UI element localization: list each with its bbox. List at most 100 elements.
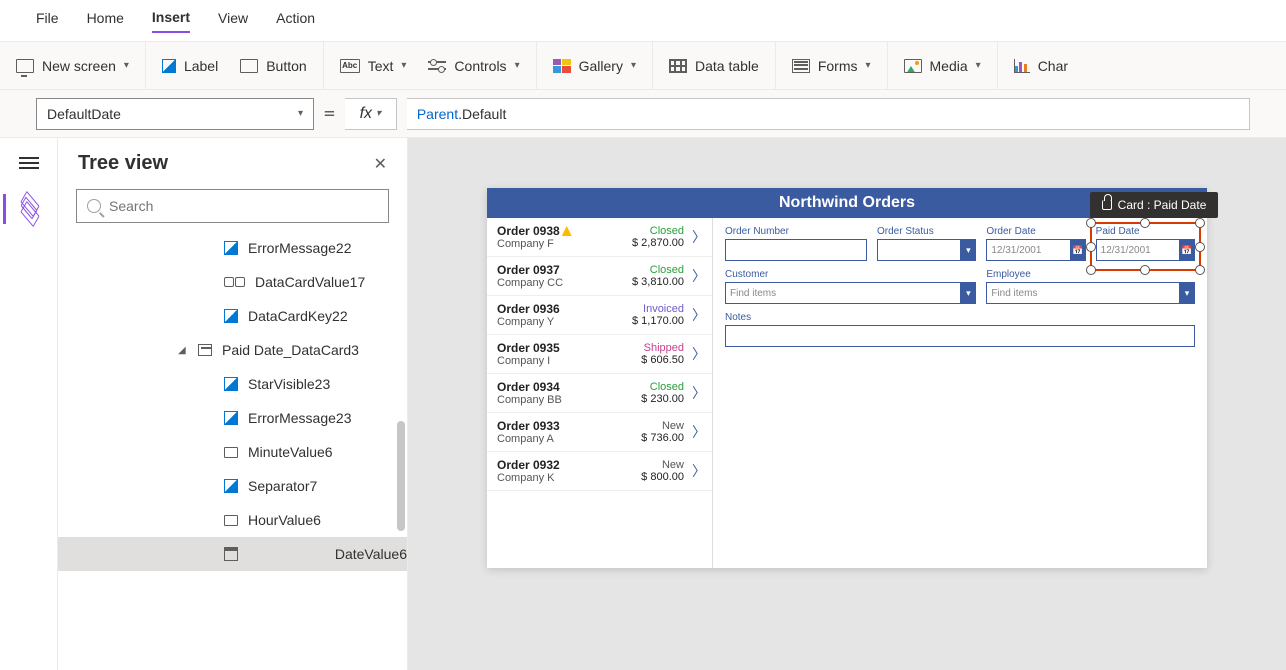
controls-icon — [428, 59, 446, 73]
property-selector[interactable]: DefaultDate ▾ — [36, 98, 314, 130]
chevron-down-icon: ▾ — [1179, 282, 1195, 304]
hamburger-icon[interactable] — [19, 154, 39, 172]
button-button[interactable]: Button — [240, 58, 306, 74]
gallery-dropdown[interactable]: Gallery ▾ — [553, 58, 636, 74]
tab-view[interactable]: View — [218, 10, 248, 32]
gallery-icon — [553, 59, 571, 73]
edit-icon — [224, 411, 238, 425]
selection-tooltip: Card : Paid Date — [1090, 192, 1219, 218]
label-icon — [162, 59, 176, 73]
layers-icon — [18, 200, 40, 218]
chevron-right-icon: 〉 — [692, 422, 706, 442]
search-icon — [87, 199, 101, 213]
ribbon: New screen ▾ Label Button Abc Text ▾ Con… — [0, 42, 1286, 90]
lock-icon — [1102, 200, 1112, 210]
screen-icon — [16, 59, 34, 73]
left-rail — [0, 138, 58, 670]
chevron-right-icon: 〉 — [692, 461, 706, 481]
card-icon — [198, 344, 212, 356]
tree-item[interactable]: HourValue6 — [58, 503, 407, 537]
chevron-down-icon: ▾ — [401, 60, 406, 71]
table-icon — [669, 59, 687, 73]
order-row[interactable]: Order 0938Company FClosed$ 2,870.00〉 — [487, 218, 712, 257]
tree-item[interactable]: MinuteValue6 — [58, 435, 407, 469]
edit-icon — [224, 377, 238, 391]
app-preview: Northwind Orders Order 0938Company FClos… — [487, 188, 1207, 568]
field-employee: Employee Find items▾ — [986, 269, 1195, 304]
chevron-right-icon: 〉 — [692, 305, 706, 325]
fx-dropdown[interactable]: fx ▾ — [345, 98, 397, 130]
paid-date-input[interactable]: 12/31/2001📅 — [1096, 239, 1195, 261]
tree-item[interactable]: DataCardValue17 — [58, 265, 407, 299]
tree-item[interactable]: Separator7 — [58, 469, 407, 503]
order-row[interactable]: Order 0936Company YInvoiced$ 1,170.00〉 — [487, 296, 712, 335]
tree-item-parent[interactable]: ◢Paid Date_DataCard3 — [58, 333, 407, 367]
order-row[interactable]: Order 0937Company CCClosed$ 3,810.00〉 — [487, 257, 712, 296]
customer-select[interactable]: Find items▾ — [725, 282, 976, 304]
order-number-input[interactable] — [725, 239, 867, 261]
chevron-right-icon: 〉 — [692, 383, 706, 403]
order-row[interactable]: Order 0932Company KNew$ 800.00〉 — [487, 452, 712, 491]
box-icon — [224, 447, 238, 458]
chevron-down-icon: ▾ — [124, 60, 129, 71]
scrollbar-thumb[interactable] — [397, 421, 405, 531]
tab-action[interactable]: Action — [276, 10, 315, 32]
tab-home[interactable]: Home — [87, 10, 124, 32]
order-list: Order 0938Company FClosed$ 2,870.00〉Orde… — [487, 218, 713, 568]
order-date-input[interactable]: 12/31/2001📅 — [986, 239, 1085, 261]
chevron-right-icon: 〉 — [692, 266, 706, 286]
tab-file[interactable]: File — [36, 10, 59, 32]
tree-item-selected[interactable]: DateValue6 — [58, 537, 407, 571]
chart-dropdown[interactable]: Char — [1014, 58, 1068, 74]
chevron-down-icon: ▾ — [960, 239, 976, 261]
notes-input[interactable] — [725, 325, 1195, 347]
forms-dropdown[interactable]: Forms ▾ — [792, 58, 871, 74]
close-icon[interactable]: ✕ — [374, 154, 387, 174]
formula-input[interactable]: Parent.Default — [407, 98, 1250, 130]
field-order-status: Order Status ▾ — [877, 226, 976, 261]
tree-item[interactable]: DataCardKey22 — [58, 299, 407, 333]
order-row[interactable]: Order 0933Company ANew$ 736.00〉 — [487, 413, 712, 452]
chevron-down-icon: ▾ — [960, 282, 976, 304]
edit-icon — [224, 309, 238, 323]
text-dropdown[interactable]: Abc Text ▾ — [340, 58, 407, 74]
tree-item[interactable]: ErrorMessage23 — [58, 401, 407, 435]
field-order-number: Order Number — [725, 226, 867, 261]
formula-bar: DefaultDate ▾ = fx ▾ Parent.Default — [0, 90, 1286, 138]
data-table-button[interactable]: Data table — [669, 58, 759, 74]
chevron-down-icon: ▾ — [631, 60, 636, 71]
calendar-icon: 📅 — [1179, 239, 1195, 261]
canvas[interactable]: Northwind Orders Order 0938Company FClos… — [408, 138, 1286, 670]
label-button[interactable]: Label — [162, 58, 218, 74]
form-icon — [792, 59, 810, 73]
chart-icon — [1014, 59, 1030, 73]
tree-list: ErrorMessage22 DataCardValue17 DataCardK… — [58, 231, 407, 670]
tab-insert[interactable]: Insert — [152, 9, 190, 33]
edit-icon — [224, 241, 238, 255]
calendar-icon: 📅 — [1070, 239, 1086, 261]
field-order-date: Order Date 12/31/2001📅 — [986, 226, 1085, 261]
tree-item[interactable]: StarVisible23 — [58, 367, 407, 401]
media-dropdown[interactable]: Media ▾ — [904, 58, 981, 74]
chevron-down-icon: ▾ — [376, 108, 381, 119]
calendar-icon — [224, 547, 238, 561]
order-row[interactable]: Order 0935Company IShipped$ 606.50〉 — [487, 335, 712, 374]
expand-icon[interactable]: ◢ — [178, 345, 188, 356]
tree-view-rail-button[interactable] — [3, 194, 40, 224]
top-menu: File Home Insert View Action — [0, 0, 1286, 42]
controls-dropdown[interactable]: Controls ▾ — [428, 58, 519, 74]
new-screen-button[interactable]: New screen ▾ — [16, 58, 129, 74]
chevron-right-icon: 〉 — [692, 227, 706, 247]
chevron-down-icon: ▾ — [865, 60, 870, 71]
equals-sign: = — [324, 103, 335, 124]
tree-view-title: Tree view — [78, 152, 168, 175]
search-input[interactable] — [109, 198, 378, 214]
field-paid-date: Paid Date 12/31/2001📅 — [1096, 226, 1195, 261]
search-box[interactable] — [76, 189, 389, 223]
button-icon — [240, 59, 258, 73]
chevron-down-icon: ▾ — [976, 60, 981, 71]
order-row[interactable]: Order 0934Company BBClosed$ 230.00〉 — [487, 374, 712, 413]
tree-item[interactable]: ErrorMessage22 — [58, 231, 407, 265]
employee-select[interactable]: Find items▾ — [986, 282, 1195, 304]
order-status-select[interactable]: ▾ — [877, 239, 976, 261]
